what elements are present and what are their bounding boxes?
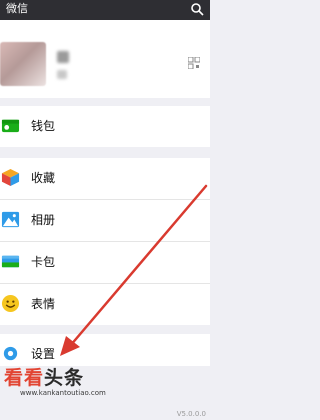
menu-item-wallet[interactable]: 钱包 [0, 106, 210, 147]
menu-item-favorites[interactable]: 收藏 [0, 158, 210, 200]
avatar[interactable] [0, 42, 46, 86]
profile-wechat-id [57, 70, 67, 79]
watermark: 看看头条 www.kankantoutiao.com V5.0.0.0 [0, 365, 210, 420]
menu-item-settings[interactable]: 设置 [0, 334, 210, 366]
wallet-icon [1, 119, 20, 133]
wallet-group: 钱包 [0, 106, 210, 147]
profile-name [57, 51, 69, 63]
menu-item-cards[interactable]: 卡包 [0, 242, 210, 284]
menu-item-label: 收藏 [31, 171, 56, 185]
settings-icon [3, 346, 18, 361]
menu-item-label: 卡包 [31, 255, 56, 269]
menu-item-label: 钱包 [31, 119, 56, 133]
page-title: 微信 [6, 2, 28, 15]
favorites-icon [1, 168, 20, 187]
qr-code-icon[interactable] [188, 57, 200, 69]
menu-item-label: 相册 [31, 213, 56, 227]
top-bar: 微信 [0, 0, 210, 20]
emoji-icon [1, 294, 20, 313]
album-icon [1, 211, 20, 228]
menu-item-label: 设置 [31, 347, 56, 361]
watermark-logo: 看看头条 [4, 367, 85, 389]
version-text: V5.0.0.0 [176, 410, 206, 418]
search-icon[interactable] [190, 2, 204, 16]
features-group: 收藏 相册 卡包 表情 [0, 158, 210, 325]
cards-icon [1, 255, 20, 268]
menu-item-emoji[interactable]: 表情 [0, 284, 210, 325]
menu-item-label: 表情 [31, 297, 56, 311]
profile-card[interactable] [0, 20, 210, 98]
settings-group: 设置 [0, 334, 210, 366]
menu-item-album[interactable]: 相册 [0, 200, 210, 242]
watermark-url: www.kankantoutiao.com [20, 389, 106, 397]
